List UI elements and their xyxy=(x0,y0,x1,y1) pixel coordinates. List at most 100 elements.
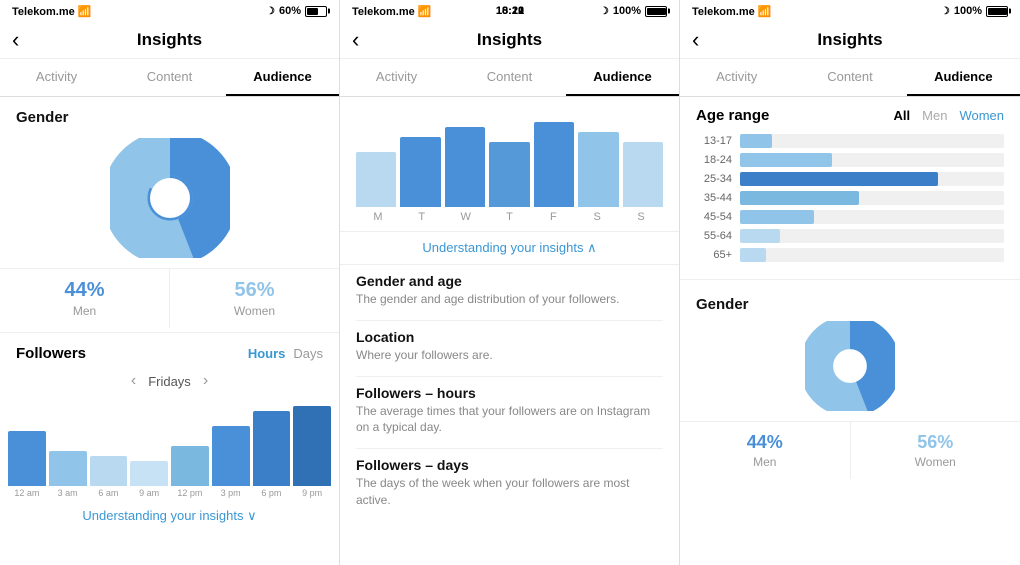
content-2: MTWTFSS Understanding your insights ∧ Ge… xyxy=(340,97,679,565)
back-button-2[interactable]: ‹ xyxy=(352,27,359,53)
tab-content-1[interactable]: Content xyxy=(113,59,226,96)
weekly-bar-0 xyxy=(356,152,396,207)
men-label-1: Men xyxy=(0,304,169,318)
header-title-2: Insights xyxy=(477,30,542,50)
bar-label: 9 am xyxy=(130,488,168,498)
women-pct-1: 56% xyxy=(170,279,339,302)
gender-title-3: Gender xyxy=(680,284,1020,317)
header-2: ‹ Insights xyxy=(340,22,679,59)
weekly-bar-6 xyxy=(623,142,663,207)
bar-item-1-0 xyxy=(8,431,46,486)
bar-label: 3 am xyxy=(49,488,87,498)
bar-item-1-1 xyxy=(49,451,87,486)
insight-heading-2: Followers – hours xyxy=(356,385,663,401)
followers-header-1: Followers Hours Days xyxy=(0,333,339,366)
bar-label: 9 pm xyxy=(293,488,331,498)
age-bar-3 xyxy=(740,191,1004,205)
women-legend-3: 56% Women xyxy=(851,422,1020,479)
bar-label: 6 am xyxy=(90,488,128,498)
header-title-1: Insights xyxy=(137,30,202,50)
insight-item-3: Followers – daysThe days of the week whe… xyxy=(340,449,679,521)
bar-label: 12 pm xyxy=(171,488,209,498)
pie-chart-3 xyxy=(805,321,895,411)
moon-icon-1: ☽ xyxy=(266,6,275,17)
tab-audience-1[interactable]: Audience xyxy=(226,59,339,96)
understanding-link-1[interactable]: Understanding your insights ∨ xyxy=(0,498,339,530)
weekly-label: T xyxy=(400,211,444,223)
header-title-3: Insights xyxy=(817,30,882,50)
day-nav-1: ‹ Fridays › xyxy=(0,366,339,396)
carrier-1: Telekom.me 📶 xyxy=(12,5,92,18)
gender-title-1: Gender xyxy=(0,97,339,130)
carrier-3: Telekom.me 📶 xyxy=(692,5,772,18)
women-legend-1: 56% Women xyxy=(170,269,339,328)
men-label-3: Men xyxy=(680,455,850,469)
header-3: ‹ Insights xyxy=(680,22,1020,59)
battery-icon-3 xyxy=(986,6,1008,17)
age-label-2: 25-34 xyxy=(696,173,732,185)
weekly-label: S xyxy=(619,211,663,223)
men-pct-3: 44% xyxy=(680,432,850,453)
age-row-4: 45-54 xyxy=(696,210,1004,224)
age-row-3: 35-44 xyxy=(696,191,1004,205)
tab-content-3[interactable]: Content xyxy=(793,59,906,96)
weekly-bar-5 xyxy=(578,132,618,207)
carrier-2: Telekom.me 📶 xyxy=(352,5,432,18)
filter-all-3[interactable]: All xyxy=(894,108,911,123)
insight-desc-1: Where your followers are. xyxy=(356,347,663,364)
age-row-1: 18-24 xyxy=(696,153,1004,167)
bar-chart-1 xyxy=(0,396,339,486)
age-bar-4 xyxy=(740,210,1004,224)
age-row-5: 55-64 xyxy=(696,229,1004,243)
gender-chart-1: 44% Men 56% Women xyxy=(0,130,339,332)
insights-list-2: Gender and ageThe gender and age distrib… xyxy=(340,265,679,521)
hours-toggle-1[interactable]: Hours xyxy=(248,346,286,361)
bar-label: 3 pm xyxy=(212,488,250,498)
header-1: ‹ Insights xyxy=(0,22,339,59)
bar-item-1-5 xyxy=(212,426,250,486)
next-day-1[interactable]: › xyxy=(203,372,208,390)
women-pct-3: 56% xyxy=(851,432,1020,453)
tab-content-2[interactable]: Content xyxy=(453,59,566,96)
age-label-3: 35-44 xyxy=(696,192,732,204)
weekly-bar-2 xyxy=(445,127,485,207)
bar-label: 12 am xyxy=(8,488,46,498)
insight-item-0: Gender and ageThe gender and age distrib… xyxy=(340,265,679,320)
days-toggle-1[interactable]: Days xyxy=(293,346,323,361)
women-label-3: Women xyxy=(851,455,1020,469)
status-bar-3: Telekom.me 📶 18:21 ☽ 100% xyxy=(680,0,1020,22)
current-day-1: Fridays xyxy=(148,374,191,389)
insight-item-2: Followers – hours The average times that … xyxy=(340,377,679,449)
understanding-link-2[interactable]: Understanding your insights ∧ xyxy=(340,231,679,265)
filter-men-3[interactable]: Men xyxy=(922,108,947,123)
battery-1: 60% xyxy=(279,5,301,17)
weekly-label: W xyxy=(444,211,488,223)
insight-desc-2: The average times that your followers ar… xyxy=(356,403,663,437)
tab-activity-1[interactable]: Activity xyxy=(0,59,113,96)
tab-audience-3[interactable]: Audience xyxy=(907,59,1020,96)
tab-activity-3[interactable]: Activity xyxy=(680,59,793,96)
prev-day-1[interactable]: ‹ xyxy=(131,372,136,390)
battery-2: 100% xyxy=(613,5,641,17)
gender-legend-3: 44% Men 56% Women xyxy=(680,421,1020,479)
weekly-chart-2 xyxy=(340,97,679,207)
insight-desc-3: The days of the week when your followers… xyxy=(356,475,663,509)
insight-heading-0: Gender and age xyxy=(356,273,663,289)
tabs-3: Activity Content Audience xyxy=(680,59,1020,97)
back-button-1[interactable]: ‹ xyxy=(12,27,19,53)
age-row-2: 25-34 xyxy=(696,172,1004,186)
age-range-header-3: Age range All Men Women xyxy=(680,97,1020,130)
gender-chart-3: 44% Men 56% Women xyxy=(680,317,1020,481)
tabs-2: Activity Content Audience xyxy=(340,59,679,97)
phone-panel-3: Telekom.me 📶 18:21 ☽ 100% ‹ Insights Act… xyxy=(680,0,1020,565)
back-button-3[interactable]: ‹ xyxy=(692,27,699,53)
tab-audience-2[interactable]: Audience xyxy=(566,59,679,96)
filter-women-3[interactable]: Women xyxy=(959,108,1004,123)
age-row-0: 13-17 xyxy=(696,134,1004,148)
followers-title-1: Followers xyxy=(16,345,86,362)
status-bar-1: Telekom.me 📶 10:10 ☽ 60% xyxy=(0,0,339,22)
tab-activity-2[interactable]: Activity xyxy=(340,59,453,96)
weekly-label: S xyxy=(575,211,619,223)
age-row-6: 65+ xyxy=(696,248,1004,262)
battery-3: 100% xyxy=(954,5,982,17)
